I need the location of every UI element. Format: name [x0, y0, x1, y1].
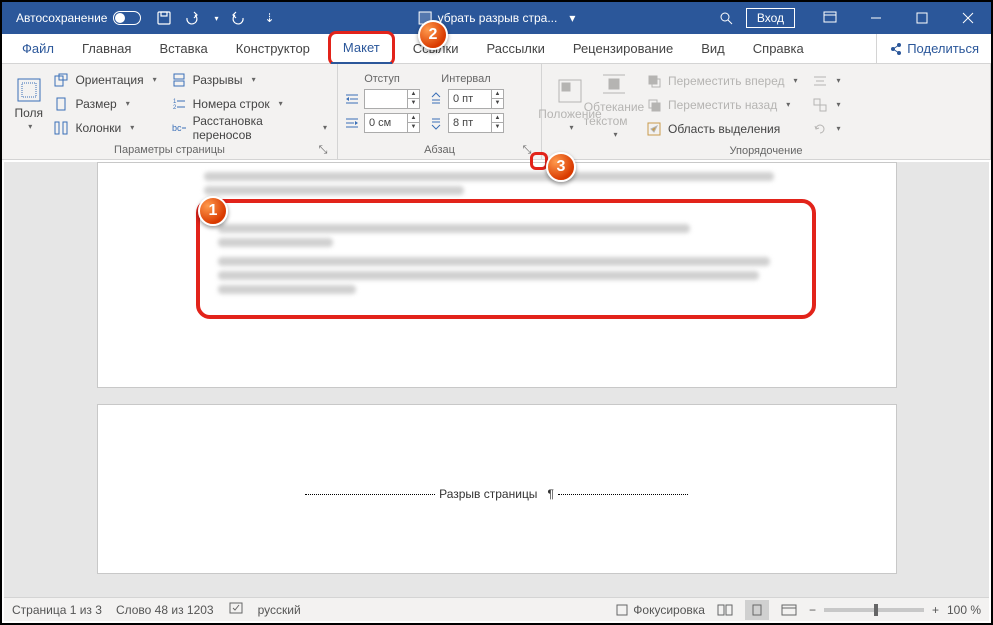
- bring-forward-icon: [646, 73, 662, 89]
- document-area[interactable]: Разрыв страницы ¶: [4, 162, 989, 599]
- line-numbers-icon: 12: [171, 96, 187, 112]
- page-setup-launcher[interactable]: ⤡: [317, 144, 329, 156]
- columns-icon: [53, 120, 69, 136]
- position-icon: [556, 77, 584, 105]
- ribbon-tabs: Файл Главная Вставка Конструктор Макет С…: [2, 34, 991, 64]
- share-icon: [889, 42, 903, 56]
- word-count[interactable]: Слово 48 из 1203: [116, 603, 214, 617]
- svg-text:bc: bc: [172, 123, 182, 133]
- page-indicator[interactable]: Страница 1 из 3: [12, 603, 102, 617]
- size-button[interactable]: Размер▾: [49, 92, 160, 116]
- breaks-button[interactable]: Разрывы▾: [167, 68, 331, 92]
- proofing-button[interactable]: [228, 600, 244, 619]
- selection-pane-icon: [646, 121, 662, 137]
- group-button: ▾: [808, 93, 845, 117]
- close-button[interactable]: [945, 2, 991, 34]
- indent-right-icon: [344, 115, 360, 131]
- tab-help[interactable]: Справка: [739, 34, 818, 63]
- zoom-level[interactable]: 100 %: [947, 603, 981, 617]
- tab-view[interactable]: Вид: [687, 34, 739, 63]
- indent-right-input[interactable]: 0 см▲▼: [364, 113, 420, 133]
- zoom-slider[interactable]: [824, 608, 924, 612]
- callout-3: 3: [546, 152, 576, 182]
- chevron-down-icon[interactable]: ▾: [214, 14, 218, 23]
- hyphenation-button[interactable]: bcРасстановка переносов▾: [167, 116, 331, 140]
- align-icon: [812, 73, 828, 89]
- text-selection: [196, 199, 816, 319]
- selection-pane-button[interactable]: Область выделения: [642, 117, 802, 141]
- page-break-marker: Разрыв страницы ¶: [198, 487, 796, 501]
- svg-text:2: 2: [173, 105, 177, 111]
- autosave-toggle[interactable]: Автосохранение: [2, 11, 141, 25]
- zoom-out-button[interactable]: −: [809, 603, 816, 617]
- group-label-page-setup: Параметры страницы ⤡: [8, 141, 331, 159]
- ribbon: Поля ▾ Ориентация▾ Размер▾ Колонки▾ Разр…: [2, 64, 991, 160]
- tab-file[interactable]: Файл: [8, 34, 68, 63]
- tab-mailings[interactable]: Рассылки: [472, 34, 558, 63]
- login-button[interactable]: Вход: [746, 8, 795, 28]
- tab-design[interactable]: Конструктор: [222, 34, 324, 63]
- spacing-label: Интервал: [428, 73, 504, 85]
- rotate-button: ▾: [808, 117, 845, 141]
- indent-left-input[interactable]: ▲▼: [364, 89, 420, 109]
- wrap-text-button: Обтекание текстом▾: [592, 66, 636, 143]
- space-before-icon: [428, 91, 444, 107]
- send-backward-button: Переместить назад▾: [642, 93, 802, 117]
- tab-home[interactable]: Главная: [68, 34, 145, 63]
- web-layout-button[interactable]: [777, 600, 801, 620]
- group-arrange: Положение▾ Обтекание текстом▾ Переместит…: [542, 64, 991, 159]
- redo-button[interactable]: [229, 9, 247, 27]
- maximize-button[interactable]: [899, 2, 945, 34]
- title-right: Вход: [706, 2, 991, 34]
- save-button[interactable]: [155, 9, 173, 27]
- undo-button[interactable]: [183, 9, 201, 27]
- line-numbers-button[interactable]: 12Номера строк▾: [167, 92, 331, 116]
- orientation-icon: [53, 72, 69, 88]
- callout-1: 1: [198, 196, 228, 226]
- share-button[interactable]: Поделиться: [876, 34, 991, 63]
- space-after-icon: [428, 115, 444, 131]
- search-button[interactable]: [706, 10, 746, 26]
- space-after-input[interactable]: 8 пт▲▼: [448, 113, 504, 133]
- space-before-input[interactable]: 0 пт▲▼: [448, 89, 504, 109]
- toggle-icon: [113, 11, 141, 25]
- tab-insert[interactable]: Вставка: [145, 34, 221, 63]
- indent-label: Отступ: [344, 73, 420, 85]
- autosave-label: Автосохранение: [16, 11, 107, 25]
- orientation-button[interactable]: Ориентация▾: [49, 68, 160, 92]
- group-label-paragraph: Абзац ⤡: [344, 141, 535, 159]
- status-bar: Страница 1 из 3 Слово 48 из 1203 русский…: [4, 597, 989, 621]
- margins-button[interactable]: Поля ▾: [8, 66, 49, 141]
- qat-customize[interactable]: ⇣: [265, 11, 275, 25]
- wrap-text-icon: [600, 70, 628, 98]
- group-paragraph: Отступ ▲▼ 0 см▲▼ Интервал 0 пт▲▼ 8 пт▲▼ …: [338, 64, 542, 159]
- tab-review[interactable]: Рецензирование: [559, 34, 687, 63]
- breaks-icon: [171, 72, 187, 88]
- hyphenation-icon: bc: [171, 120, 187, 136]
- ribbon-display-button[interactable]: [807, 2, 853, 34]
- margins-icon: [15, 76, 43, 104]
- callout-2: 2: [418, 20, 448, 50]
- language-indicator[interactable]: русский: [258, 603, 301, 617]
- rotate-icon: [812, 121, 828, 137]
- print-layout-button[interactable]: [745, 600, 769, 620]
- tab-layout[interactable]: Макет: [331, 34, 392, 64]
- focus-mode-button[interactable]: Фокусировка: [615, 603, 705, 617]
- quick-access-toolbar: ▾ ⇣: [155, 9, 274, 27]
- minimize-button[interactable]: [853, 2, 899, 34]
- columns-button[interactable]: Колонки▾: [49, 116, 160, 140]
- align-button: ▾: [808, 69, 845, 93]
- send-backward-icon: [646, 97, 662, 113]
- group-page-setup: Поля ▾ Ориентация▾ Размер▾ Колонки▾ Разр…: [2, 64, 338, 159]
- group-label-arrange: Упорядочение: [548, 143, 984, 159]
- bring-forward-button: Переместить вперед▾: [642, 69, 802, 93]
- size-icon: [53, 96, 69, 112]
- indent-left-icon: [344, 91, 360, 107]
- group-icon: [812, 97, 828, 113]
- tab-layout-highlight: Макет: [328, 31, 395, 66]
- title-bar: Автосохранение ▾ ⇣ убрать разрыв стра...…: [2, 2, 991, 34]
- zoom-in-button[interactable]: +: [932, 603, 939, 617]
- read-mode-button[interactable]: [713, 600, 737, 620]
- page-2[interactable]: Разрыв страницы ¶: [97, 404, 897, 574]
